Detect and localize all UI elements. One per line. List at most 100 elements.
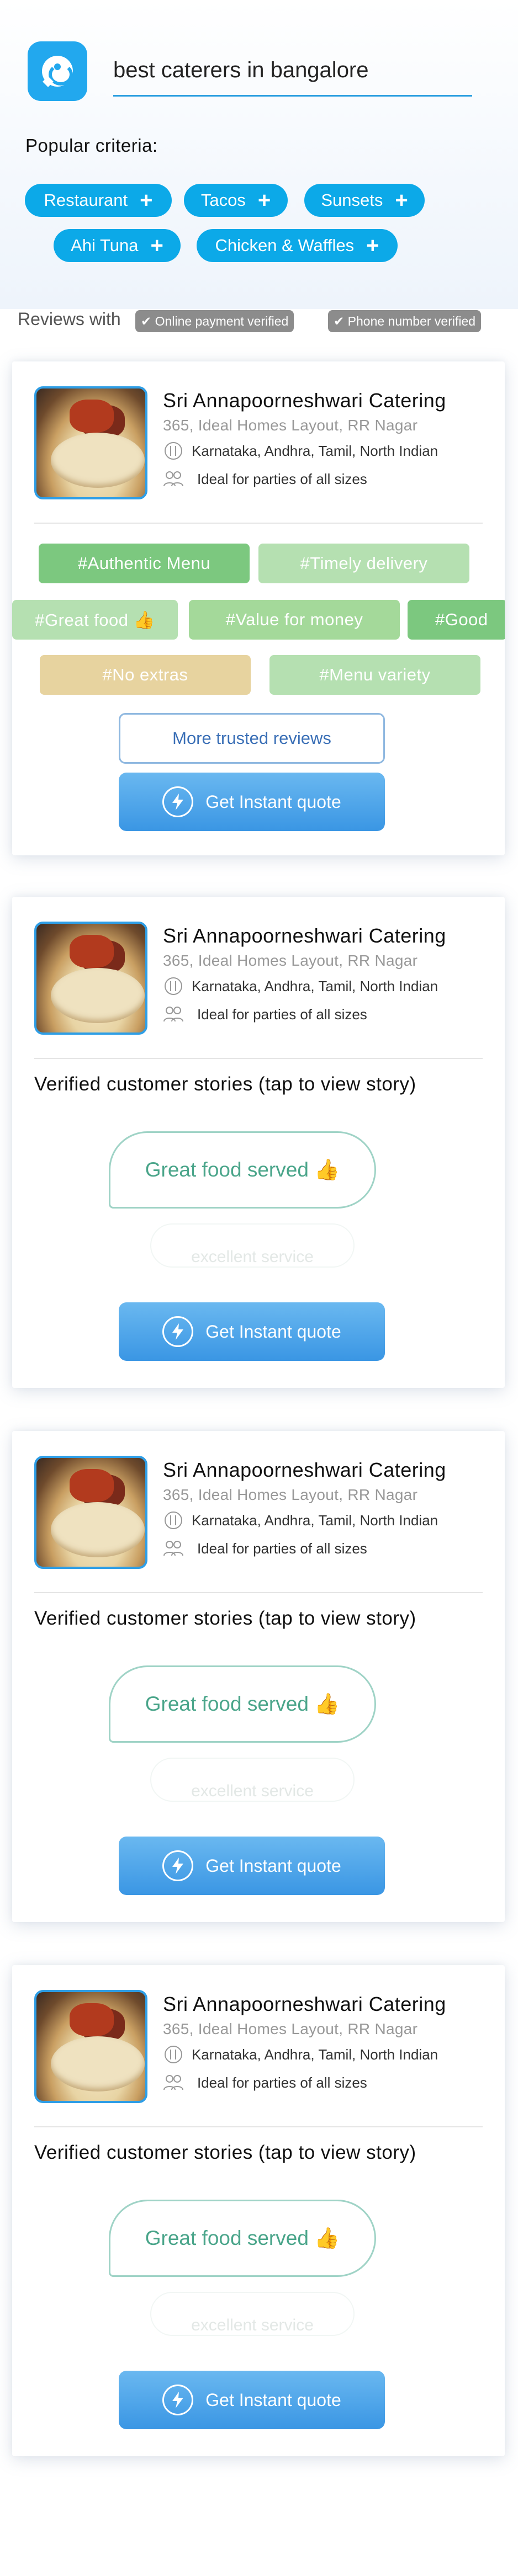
- lightning-icon: [162, 2385, 194, 2415]
- get-instant-quote-button[interactable]: Get Instant quote: [119, 773, 385, 831]
- divider: [34, 1592, 483, 1593]
- story-bubble-faded[interactable]: excellent service: [150, 2292, 355, 2336]
- chip-restaurant[interactable]: Restaurant +: [25, 184, 172, 217]
- story-text: Great food served 👍: [145, 2226, 340, 2249]
- party-text: Ideal for parties of all sizes: [197, 470, 367, 487]
- caterer-photo[interactable]: [34, 386, 147, 499]
- tag-authentic-menu[interactable]: #Authentic Menu: [39, 544, 250, 583]
- story-bubble[interactable]: Great food served 👍: [109, 1131, 376, 1209]
- get-instant-quote-button[interactable]: Get Instant quote: [119, 2371, 385, 2429]
- caterer-card[interactable]: Sri Annapoorneshwari Catering 365, Ideal…: [12, 897, 505, 1388]
- chip-label: Sunsets: [321, 190, 383, 210]
- button-label: Get Instant quote: [205, 791, 341, 812]
- divider: [34, 2126, 483, 2127]
- caterer-name[interactable]: Sri Annapoorneshwari Catering: [163, 1993, 446, 2016]
- group-icon: [163, 471, 183, 487]
- story-text: Great food served 👍: [145, 1692, 340, 1715]
- cuisine-text: Karnataka, Andhra, Tamil, North Indian: [192, 442, 438, 459]
- plus-icon: +: [366, 233, 379, 258]
- story-text: excellent service: [191, 2316, 314, 2334]
- caterer-name[interactable]: Sri Annapoorneshwari Catering: [163, 389, 446, 412]
- chip-ahi-tuna[interactable]: Ahi Tuna +: [54, 229, 181, 262]
- button-label: Get Instant quote: [205, 1321, 341, 1342]
- online-payment-verified-badge[interactable]: ✔ Online payment verified: [135, 310, 294, 332]
- caterer-card[interactable]: Sri Annapoorneshwari Catering 365, Ideal…: [12, 361, 505, 855]
- more-trusted-reviews-button[interactable]: More trusted reviews: [119, 713, 385, 764]
- app-logo-icon[interactable]: [28, 41, 87, 101]
- story-text: Great food served 👍: [145, 1158, 340, 1181]
- button-label: Get Instant quote: [205, 2389, 341, 2410]
- story-bubble-faded[interactable]: excellent service: [150, 1758, 355, 1802]
- tag-label: #Timely delivery: [300, 553, 428, 573]
- lightning-icon: [162, 786, 194, 817]
- plus-icon: +: [140, 188, 153, 212]
- caterer-address: 365, Ideal Homes Layout, RR Nagar: [163, 952, 418, 969]
- tag-timely-delivery[interactable]: #Timely delivery: [258, 544, 469, 583]
- plus-icon: +: [257, 188, 271, 212]
- tag-good[interactable]: #Good: [408, 600, 505, 640]
- party-row: Ideal for parties of all sizes: [163, 1539, 367, 1558]
- story-text: excellent service: [191, 1248, 314, 1266]
- popular-criteria-label: Popular criteria:: [25, 135, 158, 156]
- cuisine-row: Karnataka, Andhra, Tamil, North Indian: [163, 1511, 438, 1530]
- chip-label: Tacos: [200, 190, 246, 210]
- story-bubble[interactable]: Great food served 👍: [109, 2200, 376, 2277]
- cuisine-text: Karnataka, Andhra, Tamil, North Indian: [192, 1511, 438, 1529]
- caterer-card[interactable]: Sri Annapoorneshwari Catering 365, Ideal…: [12, 1431, 505, 1922]
- caterer-photo[interactable]: [34, 1990, 147, 2103]
- group-icon: [163, 1007, 183, 1022]
- caterer-address: 365, Ideal Homes Layout, RR Nagar: [163, 2020, 418, 2037]
- tag-value-for-money[interactable]: #Value for money: [189, 600, 400, 640]
- group-icon: [163, 1541, 183, 1556]
- chip-label: Restaurant: [44, 190, 128, 210]
- phone-number-verified-badge[interactable]: ✔ Phone number verified: [328, 310, 482, 332]
- tag-label: #Menu variety: [319, 665, 431, 684]
- stories-title: Verified customer stories (tap to view s…: [34, 2142, 416, 2163]
- tag-menu-variety[interactable]: #Menu variety: [269, 655, 480, 695]
- button-label: Get Instant quote: [205, 1855, 341, 1876]
- search-bar[interactable]: [113, 52, 472, 97]
- story-text: excellent service: [191, 1782, 314, 1800]
- chip-sunsets[interactable]: Sunsets +: [304, 184, 425, 217]
- cutlery-icon: [165, 2046, 182, 2063]
- tag-no-extras[interactable]: #No extras: [40, 655, 251, 695]
- cutlery-icon: [165, 442, 182, 460]
- cuisine-row: Karnataka, Andhra, Tamil, North Indian: [163, 2045, 438, 2064]
- plus-icon: +: [150, 233, 163, 258]
- cuisine-text: Karnataka, Andhra, Tamil, North Indian: [192, 977, 438, 994]
- cuisine-row: Karnataka, Andhra, Tamil, North Indian: [163, 977, 438, 996]
- caterer-card[interactable]: Sri Annapoorneshwari Catering 365, Ideal…: [12, 1965, 505, 2456]
- party-text: Ideal for parties of all sizes: [197, 1005, 367, 1023]
- stories-title: Verified customer stories (tap to view s…: [34, 1073, 416, 1095]
- plus-icon: +: [395, 188, 408, 212]
- story-bubble-faded[interactable]: excellent service: [150, 1223, 355, 1268]
- lightning-icon: [162, 1316, 194, 1347]
- badge-label: ✔ Phone number verified: [334, 313, 476, 328]
- party-row: Ideal for parties of all sizes: [163, 2073, 367, 2092]
- cuisine-text: Karnataka, Andhra, Tamil, North Indian: [192, 2046, 438, 2063]
- caterer-name[interactable]: Sri Annapoorneshwari Catering: [163, 1459, 446, 1482]
- chip-chicken-waffles[interactable]: Chicken & Waffles +: [197, 229, 398, 262]
- caterer-photo[interactable]: [34, 1456, 147, 1569]
- story-bubble[interactable]: Great food served 👍: [109, 1665, 376, 1743]
- caterer-photo[interactable]: [34, 922, 147, 1035]
- party-row: Ideal for parties of all sizes: [163, 470, 367, 488]
- get-instant-quote-button[interactable]: Get Instant quote: [119, 1837, 385, 1895]
- chip-tacos[interactable]: Tacos +: [184, 184, 288, 217]
- chip-label: Chicken & Waffles: [215, 236, 355, 255]
- chip-label: Ahi Tuna: [71, 236, 139, 255]
- party-row: Ideal for parties of all sizes: [163, 1005, 367, 1024]
- get-instant-quote-button[interactable]: Get Instant quote: [119, 1302, 385, 1361]
- caterer-address: 365, Ideal Homes Layout, RR Nagar: [163, 1486, 418, 1503]
- tag-label: #Authentic Menu: [77, 553, 211, 573]
- tag-label: #No extras: [102, 665, 188, 684]
- badge-label: ✔ Online payment verified: [141, 313, 289, 328]
- party-text: Ideal for parties of all sizes: [197, 2074, 367, 2091]
- cuisine-row: Karnataka, Andhra, Tamil, North Indian: [163, 441, 438, 460]
- cutlery-icon: [165, 1511, 182, 1529]
- tag-great-food[interactable]: #Great food 👍: [12, 600, 178, 640]
- caterer-name[interactable]: Sri Annapoorneshwari Catering: [163, 924, 446, 948]
- search-input[interactable]: [113, 52, 472, 83]
- tag-label: #Great food 👍: [35, 610, 155, 630]
- button-label: More trusted reviews: [172, 728, 331, 748]
